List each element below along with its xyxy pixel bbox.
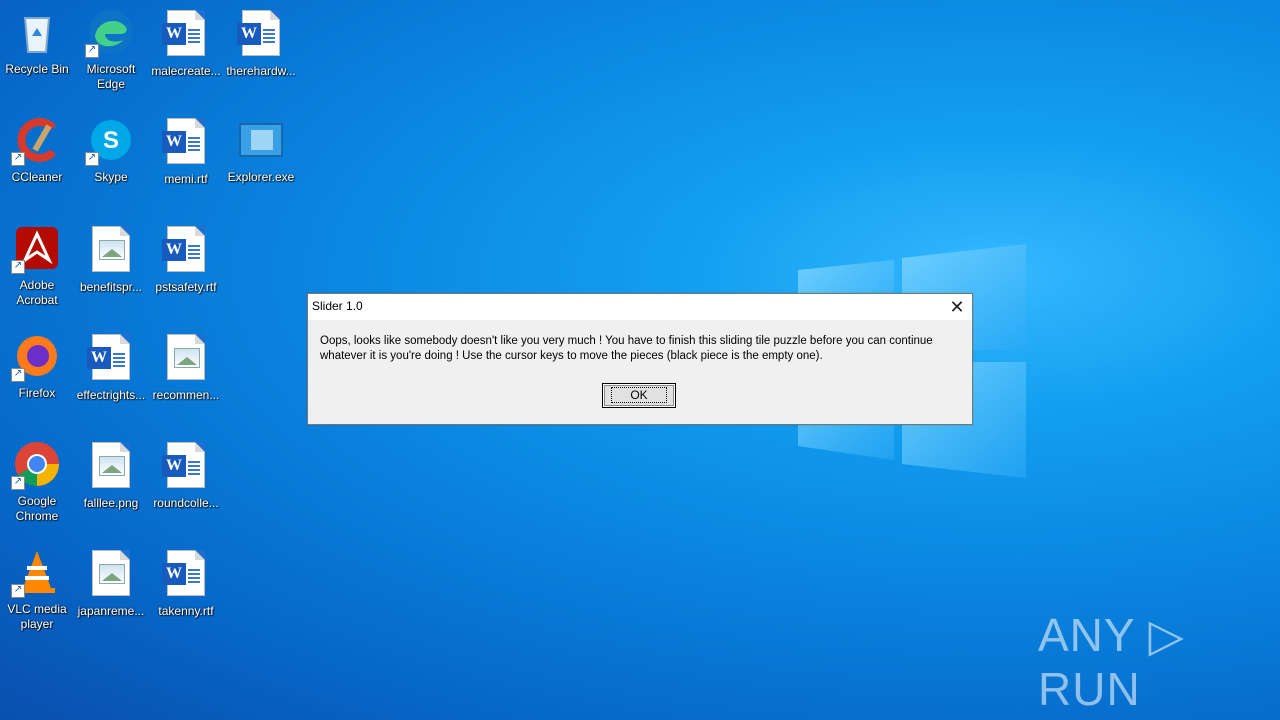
- desktop-icon-therehardw[interactable]: Wtherehardw...: [223, 8, 299, 79]
- desktop-icon-label: japanreme...: [77, 604, 145, 618]
- desktop-icon-label: falllee.png: [83, 496, 139, 510]
- word-glyph: W: [162, 10, 210, 58]
- ccleaner-glyph: ↗: [11, 116, 61, 166]
- desktop-icon-roundcolle[interactable]: Wroundcolle...: [148, 440, 224, 511]
- desktop-icon-japanreme[interactable]: japanreme...: [73, 548, 149, 619]
- image-file-icon: [167, 334, 205, 380]
- shortcut-arrow-icon: ↗: [11, 476, 25, 490]
- desktop-icon-label: Explorer.exe: [227, 170, 295, 184]
- desktop-icon-label: benefitspr...: [79, 280, 143, 294]
- close-icon[interactable]: ✕: [942, 294, 972, 320]
- exe-glyph: [237, 116, 285, 164]
- anyrun-watermark: ANY ▷ RUN: [1038, 609, 1185, 715]
- desktop-icon-label: therehardw...: [226, 64, 296, 78]
- firefox-glyph: ↗: [11, 332, 61, 382]
- ok-button[interactable]: OK: [602, 383, 676, 408]
- desktop-icon-label: malecreate...: [151, 64, 221, 78]
- desktop-icon-adobe-acrobat[interactable]: ↗ Adobe Acrobat: [0, 224, 75, 308]
- word-document-icon: W: [162, 550, 205, 596]
- desktop-icon-malecreate[interactable]: Wmalecreate...: [148, 8, 224, 79]
- word-glyph: W: [162, 550, 210, 598]
- desktop-icon-pstsafety-rtf[interactable]: Wpstsafety.rtf: [148, 224, 224, 295]
- desktop-icon-firefox[interactable]: ↗ Firefox: [0, 332, 75, 401]
- word-glyph: W: [162, 226, 210, 274]
- desktop-icon-recommen[interactable]: recommen...: [148, 332, 224, 403]
- image-glyph: [87, 442, 135, 490]
- desktop-icon-label: recommen...: [152, 388, 220, 402]
- explorer-exe-icon: [239, 123, 283, 157]
- desktop-icon-label: Microsoft Edge: [86, 62, 136, 91]
- desktop-icon-falllee-png[interactable]: falllee.png: [73, 440, 149, 511]
- dialog-titlebar[interactable]: Slider 1.0 ✕: [308, 294, 972, 320]
- skype-glyph: S ↗: [85, 116, 135, 166]
- desktop-icon-benefitspr[interactable]: benefitspr...: [73, 224, 149, 295]
- word-document-icon: W: [162, 442, 205, 488]
- desktop-icon-label: pstsafety.rtf: [155, 280, 217, 294]
- shortcut-arrow-icon: ↗: [11, 584, 25, 598]
- word-document-icon: W: [162, 10, 205, 56]
- word-glyph: W: [237, 10, 285, 58]
- desktop-icon-label: memi.rtf: [164, 172, 208, 186]
- ok-button-label: OK: [611, 387, 667, 403]
- desktop-icon-skype[interactable]: S ↗ Skype: [73, 116, 149, 185]
- word-document-icon: W: [162, 226, 205, 272]
- image-file-icon: [92, 442, 130, 488]
- desktop-icon-label: Skype: [94, 170, 128, 184]
- word-glyph: W: [162, 442, 210, 490]
- desktop-icon-label: Google Chrome: [15, 494, 59, 523]
- desktop-icon-google-chrome[interactable]: ↗ Google Chrome: [0, 440, 75, 524]
- vlc-glyph: ↗: [11, 548, 61, 598]
- acrobat-glyph: ↗: [11, 224, 61, 274]
- word-document-icon: W: [162, 118, 205, 164]
- image-file-icon: [92, 550, 130, 596]
- dialog-title: Slider 1.0: [312, 299, 363, 313]
- desktop-icon-vlc-media-player[interactable]: ↗ VLC media player: [0, 548, 75, 632]
- svg-text:S: S: [103, 127, 119, 154]
- shortcut-arrow-icon: ↗: [11, 260, 25, 274]
- desktop-icon-memi-rtf[interactable]: Wmemi.rtf: [148, 116, 224, 187]
- desktop-icon-label: takenny.rtf: [158, 604, 214, 618]
- slider-dialog: Slider 1.0 ✕ Oops, looks like somebody d…: [307, 293, 973, 425]
- shortcut-arrow-icon: ↗: [11, 368, 25, 382]
- desktop-icon-effectrights[interactable]: Weffectrights...: [73, 332, 149, 403]
- desktop-icon-label: Firefox: [18, 386, 56, 400]
- desktop-icon-explorer-exe[interactable]: Explorer.exe: [223, 116, 299, 185]
- desktop-icon-takenny-rtf[interactable]: Wtakenny.rtf: [148, 548, 224, 619]
- image-glyph: [87, 226, 135, 274]
- desktop-icon-label: VLC media player: [7, 602, 67, 631]
- word-glyph: W: [87, 334, 135, 382]
- recycle-bin-icon: [23, 17, 51, 53]
- desktop-icon-ccleaner[interactable]: ↗ CCleaner: [0, 116, 75, 185]
- desktop-icon-recycle-bin[interactable]: Recycle Bin: [0, 8, 75, 77]
- desktop-icon-label: Recycle Bin: [5, 62, 69, 76]
- recycle-bin-glyph: [13, 8, 61, 56]
- desktop-icon-label: roundcolle...: [153, 496, 219, 510]
- shortcut-arrow-icon: ↗: [85, 152, 99, 166]
- word-glyph: W: [162, 118, 210, 166]
- word-document-icon: W: [237, 10, 280, 56]
- image-file-icon: [92, 226, 130, 272]
- word-document-icon: W: [87, 334, 130, 380]
- desktop-icon-microsoft-edge[interactable]: ↗ Microsoft Edge: [73, 8, 149, 92]
- image-glyph: [87, 550, 135, 598]
- desktop-icon-label: Adobe Acrobat: [16, 278, 58, 307]
- shortcut-arrow-icon: ↗: [85, 44, 99, 58]
- image-glyph: [162, 334, 210, 382]
- edge-glyph: ↗: [85, 8, 135, 58]
- shortcut-arrow-icon: ↗: [11, 152, 25, 166]
- desktop-icon-label: effectrights...: [76, 388, 146, 402]
- chrome-glyph: ↗: [11, 440, 61, 490]
- dialog-message: Oops, looks like somebody doesn't like y…: [320, 335, 933, 362]
- desktop-icon-label: CCleaner: [11, 170, 63, 184]
